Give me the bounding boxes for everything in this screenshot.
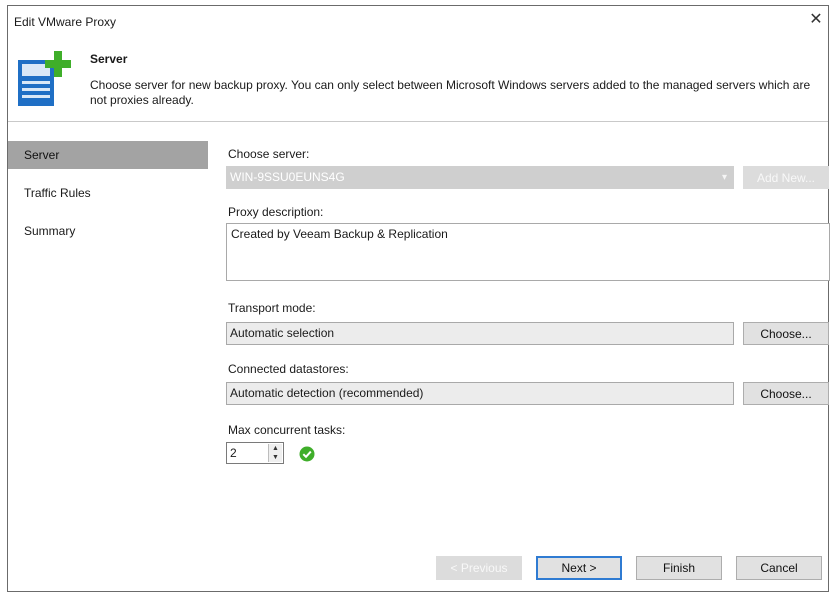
sidebar-item-summary[interactable]: Summary: [8, 217, 208, 245]
connected-datastores-label: Connected datastores:: [228, 362, 349, 376]
server-select[interactable]: WIN-9SSU0EUNS4G ▾: [226, 166, 734, 189]
previous-button[interactable]: < Previous: [436, 556, 522, 580]
wizard-header: Server Choose server for new backup prox…: [8, 38, 828, 122]
title-bar: Edit VMware Proxy ✕: [8, 6, 828, 38]
transport-mode-field: Automatic selection: [226, 322, 734, 345]
header-description: Choose server for new backup proxy. You …: [90, 78, 811, 107]
close-icon[interactable]: ✕: [806, 10, 826, 30]
max-tasks-value: 2: [230, 446, 237, 460]
stepper-arrows-icon[interactable]: ▲ ▼: [268, 444, 282, 462]
transport-mode-label: Transport mode:: [228, 301, 316, 315]
max-tasks-stepper[interactable]: 2 ▲ ▼: [226, 442, 284, 464]
server-select-value: WIN-9SSU0EUNS4G: [230, 170, 345, 184]
edit-vmware-proxy-dialog: Edit VMware Proxy ✕ Server Choose server…: [7, 5, 830, 592]
check-ok-icon: [299, 446, 315, 462]
max-concurrent-tasks-label: Max concurrent tasks:: [228, 423, 346, 437]
sidebar-item-server[interactable]: Server: [8, 141, 208, 169]
choose-transport-mode-button[interactable]: Choose...: [743, 322, 829, 345]
wizard-footer: < Previous Next > Finish Cancel: [8, 551, 828, 591]
window-title: Edit VMware Proxy: [14, 15, 117, 29]
choose-server-label: Choose server:: [228, 147, 310, 161]
proxy-description-field[interactable]: Created by Veeam Backup & Replication: [226, 223, 830, 281]
connected-datastores-field: Automatic detection (recommended): [226, 382, 734, 405]
next-button[interactable]: Next >: [536, 556, 622, 580]
wizard-steps: Server Traffic Rules Summary: [8, 141, 208, 245]
finish-button[interactable]: Finish: [636, 556, 722, 580]
server-add-icon: [18, 51, 71, 106]
sidebar-item-traffic-rules[interactable]: Traffic Rules: [8, 179, 208, 207]
cancel-button[interactable]: Cancel: [736, 556, 822, 580]
chevron-down-icon: ▾: [721, 172, 727, 183]
add-new-button[interactable]: Add New...: [743, 166, 829, 189]
choose-datastores-button[interactable]: Choose...: [743, 382, 829, 405]
header-title: Server: [90, 52, 128, 66]
proxy-description-label: Proxy description:: [228, 205, 324, 219]
